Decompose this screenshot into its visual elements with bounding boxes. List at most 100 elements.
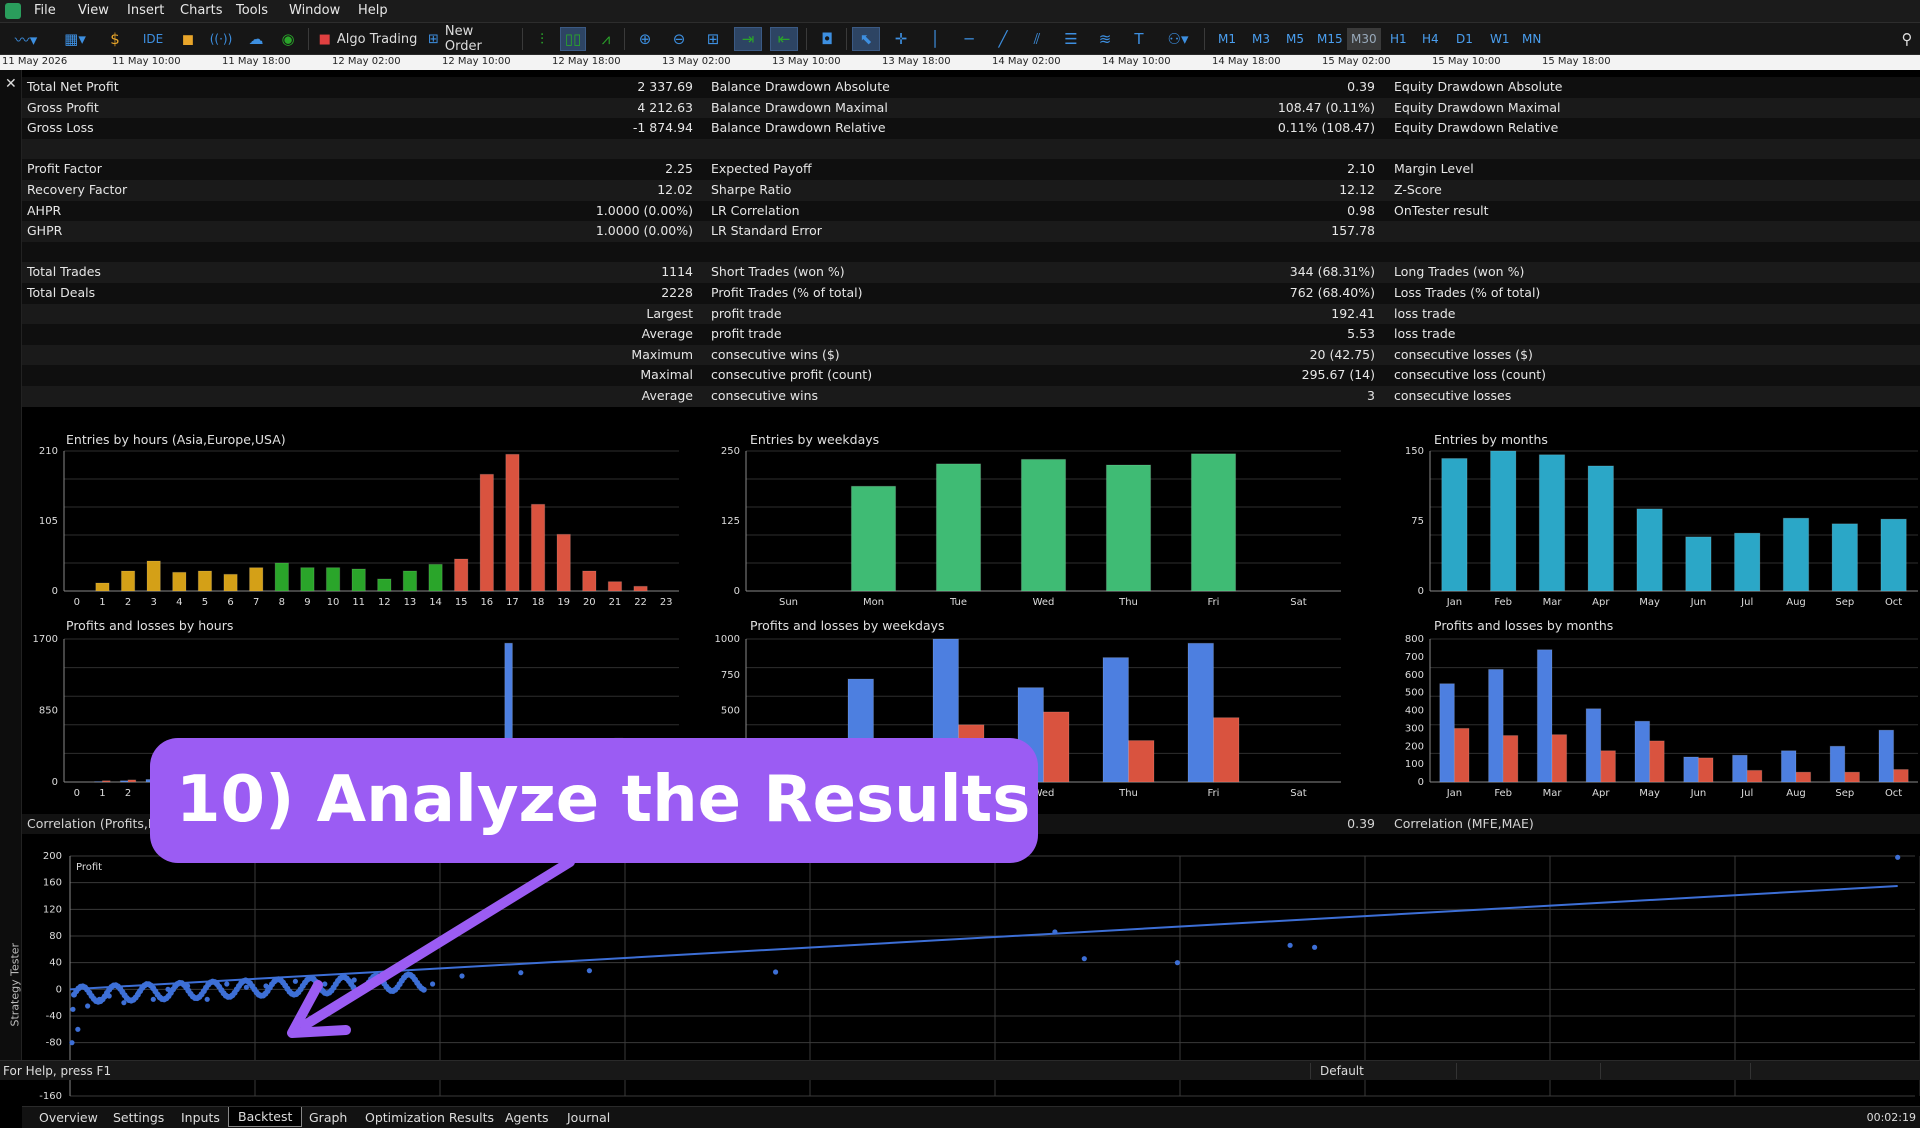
menu-help[interactable]: Help	[358, 3, 388, 18]
bar	[1044, 712, 1070, 782]
trendline-icon[interactable]: ╱	[990, 27, 1016, 51]
template-icon[interactable]: ▦▾	[56, 27, 94, 51]
ide-button[interactable]: IDE	[140, 27, 166, 51]
bar	[480, 474, 493, 591]
bar	[1440, 684, 1455, 782]
bar	[851, 486, 895, 591]
stats-cell: 4 212.63	[637, 98, 693, 119]
timeframe-mn[interactable]: MN	[1518, 28, 1545, 50]
menu-view[interactable]: View	[78, 3, 109, 18]
scatter-point	[69, 1040, 74, 1045]
x-tick-label: 3	[151, 597, 157, 608]
menu-tools[interactable]: Tools	[236, 3, 268, 18]
zoom-out-icon[interactable]: ⊖	[666, 27, 692, 51]
time-scale-label: 13 May 18:00	[882, 56, 951, 67]
stats-cell: 1114	[661, 262, 693, 283]
globe-icon[interactable]: ◉	[276, 27, 300, 51]
y-tick-label: 400	[1405, 706, 1424, 717]
dollar-icon[interactable]: $	[103, 27, 127, 51]
stats-row: GHPR1.0000 (0.00%)LR Standard Error157.7…	[22, 221, 1920, 242]
bag-icon[interactable]: ◼	[176, 27, 200, 51]
toolbar: 〰▾ ▦▾ $ IDE ◼ ((·)) ☁ ◉ ■Algo Trading ⊞N…	[0, 23, 1920, 55]
y-tick-label: 0	[1418, 777, 1424, 788]
new-order-button[interactable]: ⊞New Order	[428, 27, 514, 51]
bar	[1881, 519, 1906, 591]
tab-graph[interactable]: Graph	[309, 1110, 347, 1125]
tab-agents[interactable]: Agents	[505, 1110, 549, 1125]
crosshair-icon[interactable]: ✛	[888, 27, 914, 51]
bar	[936, 464, 980, 591]
bar	[1635, 721, 1650, 782]
y-tick-label: 125	[721, 516, 740, 527]
x-tick-label: 19	[557, 597, 570, 608]
stats-cell: Margin Level	[1394, 159, 1474, 180]
timeframe-m15[interactable]: M15	[1313, 28, 1347, 50]
zoom-in-icon[interactable]: ⊕	[632, 27, 658, 51]
gann-icon[interactable]: ≋	[1092, 27, 1118, 51]
stats-row: Total Deals2228Profit Trades (% of total…	[22, 283, 1920, 304]
timeframe-m30[interactable]: M30	[1347, 28, 1381, 50]
autoscroll-icon[interactable]: ⇥	[734, 27, 762, 51]
bar	[1879, 730, 1894, 782]
stats-cell: 762 (68.40%)	[1290, 283, 1375, 304]
tab-optimization-results[interactable]: Optimization Results	[365, 1110, 494, 1125]
line-icon[interactable]: ⩘	[594, 27, 618, 51]
stats-row: Total Net Profit2 337.69Balance Drawdown…	[22, 77, 1920, 98]
stats-cell: Equity Drawdown Relative	[1394, 118, 1558, 139]
stats-cell: 12.12	[1339, 180, 1375, 201]
text-icon[interactable]: T	[1126, 27, 1152, 51]
fibo-icon[interactable]: ☰	[1058, 27, 1084, 51]
x-tick-label: Apr	[1592, 788, 1610, 799]
bar	[326, 568, 339, 591]
line-chart-icon[interactable]: 〰▾	[6, 27, 46, 51]
timeframe-m3[interactable]: M3	[1248, 28, 1274, 50]
stats-cell: Equity Drawdown Maximal	[1394, 98, 1560, 119]
menu-file[interactable]: File	[34, 3, 56, 18]
stats-cell: AHPR	[27, 201, 61, 222]
timeframe-d1[interactable]: D1	[1452, 28, 1477, 50]
bar	[1491, 451, 1516, 591]
horizontal-line-icon[interactable]: ─	[956, 27, 982, 51]
x-tick-label: Sat	[1290, 597, 1306, 608]
algo-trading-button[interactable]: ■Algo Trading	[316, 27, 420, 51]
grid-icon[interactable]: ⊞	[700, 27, 726, 51]
x-tick-label: Jul	[1740, 597, 1753, 608]
separator	[308, 28, 309, 50]
x-tick-label: Apr	[1592, 597, 1610, 608]
stats-cell: 2 337.69	[637, 77, 693, 98]
strategy-tester-panel: ✕ Strategy Tester Total Net Profit2 337.…	[0, 70, 1920, 1060]
close-icon[interactable]: ✕	[5, 76, 17, 92]
bar	[121, 571, 134, 591]
timeframe-m1[interactable]: M1	[1214, 28, 1240, 50]
timeframe-h4[interactable]: H4	[1418, 28, 1443, 50]
signal-icon[interactable]: ((·))	[208, 27, 234, 51]
channel-icon[interactable]: ⫽	[1024, 27, 1050, 51]
bar-chart-icon[interactable]: ⫶	[530, 27, 554, 51]
tab-inputs[interactable]: Inputs	[181, 1110, 220, 1125]
separator	[522, 28, 523, 50]
menu-window[interactable]: Window	[289, 3, 340, 18]
tab-settings[interactable]: Settings	[113, 1110, 164, 1125]
stats-cell: consecutive wins	[711, 386, 818, 407]
tab-journal[interactable]: Journal	[567, 1110, 610, 1125]
candles-icon[interactable]: ▯▯	[560, 27, 586, 51]
search-icon[interactable]: ⚲	[1896, 27, 1918, 51]
bar	[1747, 770, 1762, 782]
cloud-icon[interactable]: ☁	[244, 27, 268, 51]
timeframe-m5[interactable]: M5	[1282, 28, 1308, 50]
timeframe-w1[interactable]: W1	[1486, 28, 1514, 50]
vertical-line-icon[interactable]: │	[922, 27, 948, 51]
y-tick-label: 0	[56, 984, 62, 995]
time-scale-label: 12 May 18:00	[552, 56, 621, 67]
tab-backtest[interactable]: Backtest	[228, 1107, 302, 1127]
tutorial-banner: 10) Analyze the Results	[150, 738, 1038, 863]
backtest-stats-table: Total Net Profit2 337.69Balance Drawdown…	[22, 77, 1920, 407]
menu-insert[interactable]: Insert	[127, 3, 164, 18]
tab-overview[interactable]: Overview	[39, 1110, 98, 1125]
cursor-icon[interactable]: ⬉	[852, 27, 880, 51]
timeframe-h1[interactable]: H1	[1386, 28, 1411, 50]
screenshot-icon[interactable]: ◘	[814, 27, 840, 51]
shapes-icon[interactable]: ⚇▾	[1160, 27, 1196, 51]
chart-shift-icon[interactable]: ⇤	[770, 27, 798, 51]
menu-charts[interactable]: Charts	[180, 3, 223, 18]
